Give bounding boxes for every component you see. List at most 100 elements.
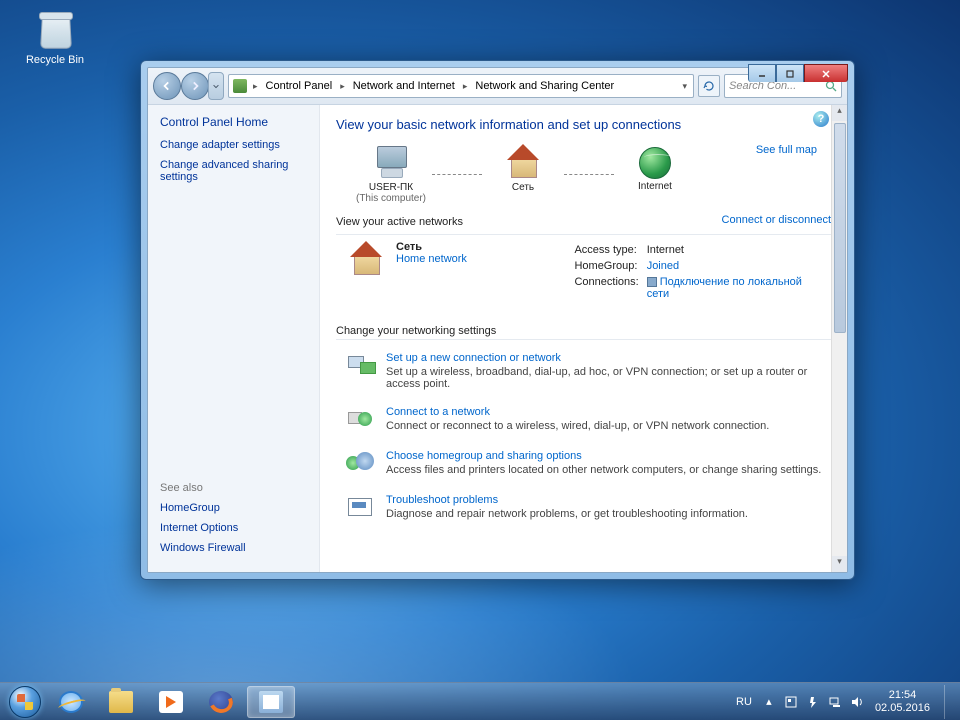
task-desc: Connect or reconnect to a wireless, wire… <box>386 420 769 432</box>
connect-network-icon <box>346 406 376 434</box>
taskbar-media-player[interactable] <box>147 686 195 718</box>
chevron-right-icon[interactable]: ▸ <box>251 81 260 92</box>
connections-label: Connections: <box>574 275 644 301</box>
recycle-bin-label: Recycle Bin <box>20 54 90 66</box>
task-homegroup: Choose homegroup and sharing options Acc… <box>336 444 831 488</box>
task-link[interactable]: Set up a new connection or network <box>386 352 831 364</box>
task-desc: Set up a wireless, broadband, dial-up, a… <box>386 366 831 390</box>
computer-name: USER-ПК <box>336 182 446 193</box>
chevron-right-icon[interactable]: ▸ <box>461 81 470 92</box>
firefox-icon <box>209 691 233 713</box>
show-desktop-button[interactable] <box>944 685 954 719</box>
breadcrumb-network-internet[interactable]: Network and Internet <box>349 78 459 94</box>
taskbar-ie[interactable] <box>47 686 95 718</box>
access-type-label: Access type: <box>574 243 644 257</box>
address-bar[interactable]: ▸ Control Panel ▸ Network and Internet ▸… <box>228 74 694 98</box>
see-also-windows-firewall[interactable]: Windows Firewall <box>160 542 307 554</box>
task-connect-network: Connect to a network Connect or reconnec… <box>336 400 831 444</box>
control-panel-window: ▸ Control Panel ▸ Network and Internet ▸… <box>140 60 855 580</box>
tray-arrow-icon[interactable]: ▴ <box>761 694 777 710</box>
taskbar-explorer[interactable] <box>97 686 145 718</box>
task-setup-connection: Set up a new connection or network Set u… <box>336 346 831 400</box>
change-advanced-sharing-link[interactable]: Change advanced sharing settings <box>160 159 307 183</box>
content-pane: ? View your basic network information an… <box>320 105 847 572</box>
map-node-network[interactable]: Сеть <box>468 144 578 204</box>
active-network-block: Сеть Home network Access type: Internet … <box>336 235 831 317</box>
folder-icon <box>109 691 133 713</box>
see-also-heading: See also <box>160 482 307 494</box>
network-name: Сеть <box>468 182 578 193</box>
map-node-internet[interactable]: Internet <box>600 145 710 203</box>
view-active-networks-heading: View your active networks <box>336 216 463 228</box>
control-panel-icon <box>259 691 283 713</box>
network-map: USER-ПК (This computer) Сеть Inter <box>336 144 831 204</box>
history-dropdown[interactable] <box>208 72 224 100</box>
window-controls <box>748 64 848 82</box>
start-button[interactable] <box>4 685 46 719</box>
maximize-button[interactable] <box>776 64 804 82</box>
house-icon <box>503 144 543 180</box>
house-icon <box>346 241 386 277</box>
sidebar: Control Panel Home Change adapter settin… <box>148 105 320 572</box>
scroll-up-button[interactable]: ▴ <box>832 105 847 121</box>
connect-disconnect-link[interactable]: Connect or disconnect <box>722 214 831 226</box>
task-link[interactable]: Connect to a network <box>386 406 769 418</box>
scroll-thumb[interactable] <box>834 123 846 333</box>
scroll-down-button[interactable]: ▾ <box>832 556 847 572</box>
breadcrumb-network-sharing[interactable]: Network and Sharing Center <box>471 78 618 94</box>
forward-button[interactable] <box>181 72 209 100</box>
task-link[interactable]: Choose homegroup and sharing options <box>386 450 821 462</box>
clock[interactable]: 21:54 02.05.2016 <box>871 689 934 715</box>
chevron-down-icon[interactable]: ▾ <box>680 81 689 92</box>
recycle-bin-icon <box>33 8 77 52</box>
taskbar-control-panel[interactable] <box>247 686 295 718</box>
network-icon[interactable] <box>827 694 843 710</box>
language-indicator[interactable]: RU <box>733 694 755 710</box>
homegroup-link[interactable]: Joined <box>647 260 679 272</box>
clock-time: 21:54 <box>875 689 930 702</box>
refresh-button[interactable] <box>698 75 720 97</box>
homegroup-label: HomeGroup: <box>574 259 644 273</box>
action-center-icon[interactable] <box>783 694 799 710</box>
task-troubleshoot: Troubleshoot problems Diagnose and repai… <box>336 488 831 532</box>
system-tray: RU ▴ 21:54 02.05.2016 <box>733 685 956 719</box>
control-panel-icon <box>233 79 247 93</box>
chevron-right-icon[interactable]: ▸ <box>338 81 347 92</box>
scrollbar[interactable]: ▴ ▾ <box>831 105 847 572</box>
recycle-bin[interactable]: Recycle Bin <box>20 8 90 66</box>
taskbar-firefox[interactable] <box>197 686 245 718</box>
setup-connection-icon <box>346 352 376 380</box>
breadcrumb-control-panel[interactable]: Control Panel <box>262 78 337 94</box>
task-desc: Access files and printers located on oth… <box>386 464 821 476</box>
see-also-internet-options[interactable]: Internet Options <box>160 522 307 534</box>
control-panel-home-link[interactable]: Control Panel Home <box>160 115 307 129</box>
see-full-map-link[interactable]: See full map <box>756 144 817 156</box>
window-chrome: ▸ Control Panel ▸ Network and Internet ▸… <box>147 67 848 573</box>
globe-icon <box>639 147 671 179</box>
computer-subtitle: (This computer) <box>336 193 446 204</box>
see-also-homegroup[interactable]: HomeGroup <box>160 502 307 514</box>
minimize-button[interactable] <box>748 64 776 82</box>
network-type-link[interactable]: Home network <box>396 253 467 265</box>
internet-label: Internet <box>600 181 710 192</box>
volume-icon[interactable] <box>849 694 865 710</box>
media-player-icon <box>159 691 183 713</box>
connection-link[interactable]: Подключение по локальной сети <box>647 276 802 300</box>
help-icon[interactable]: ? <box>813 111 829 127</box>
page-title: View your basic network information and … <box>336 117 831 132</box>
ie-icon <box>59 691 83 713</box>
access-type-value: Internet <box>647 243 829 257</box>
clock-date: 02.05.2016 <box>875 702 930 715</box>
close-button[interactable] <box>804 64 848 82</box>
back-button[interactable] <box>153 72 181 100</box>
map-node-computer[interactable]: USER-ПК (This computer) <box>336 144 446 204</box>
task-desc: Diagnose and repair network problems, or… <box>386 508 748 520</box>
change-adapter-settings-link[interactable]: Change adapter settings <box>160 139 307 151</box>
computer-icon <box>371 144 411 180</box>
nic-icon <box>647 277 657 287</box>
homegroup-icon <box>346 450 376 478</box>
windows-orb-icon <box>9 686 41 718</box>
power-icon[interactable] <box>805 694 821 710</box>
task-link[interactable]: Troubleshoot problems <box>386 494 748 506</box>
change-settings-heading: Change your networking settings <box>336 325 831 340</box>
